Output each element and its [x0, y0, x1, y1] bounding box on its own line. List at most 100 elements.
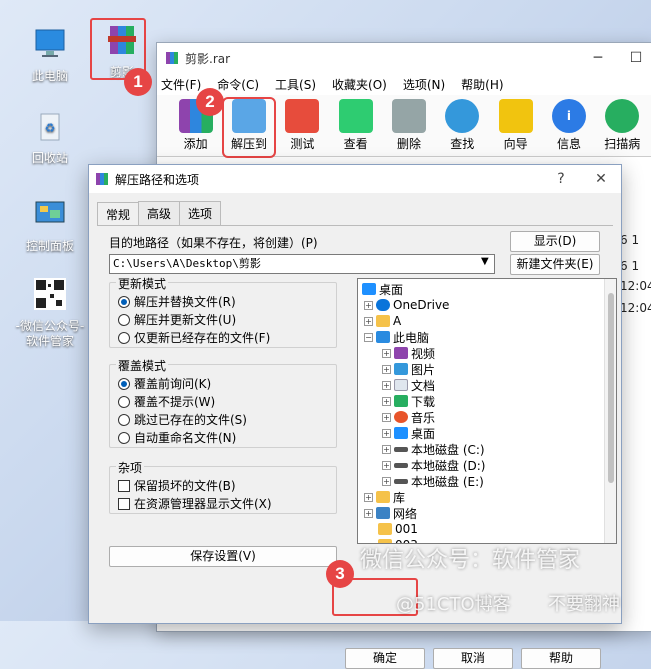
- checkbox-show-in-explorer[interactable]: [118, 497, 130, 510]
- tree-item[interactable]: + 网络: [364, 505, 417, 521]
- info-button[interactable]: i 信息: [544, 99, 593, 156]
- desktop-icon-wechat-qr[interactable]: -微信公众号- 软件管家: [14, 276, 86, 349]
- tree-item[interactable]: + OneDrive: [364, 297, 449, 313]
- radio-ask[interactable]: [118, 377, 130, 390]
- maximize-icon[interactable]: ☐: [617, 50, 651, 66]
- expand-icon[interactable]: +: [382, 396, 391, 406]
- checkbox-keep-broken[interactable]: [118, 479, 130, 492]
- monitor-icon: [35, 29, 65, 57]
- cancel-button[interactable]: 取消: [433, 648, 513, 669]
- winrar-titlebar: 剪影.rar ─ ☐: [157, 43, 651, 73]
- folder-tree[interactable]: 桌面 + OneDrive + A − 此电脑 + 视频 + 图片 + 文档 + 下载 + 音乐…: [357, 278, 617, 544]
- radio-rename[interactable]: [118, 431, 130, 444]
- expand-icon[interactable]: +: [382, 380, 391, 390]
- dest-path-label: 目的地路径（如果不存在，将创建）(P): [109, 236, 318, 250]
- desktop-icon-this-pc[interactable]: 此电脑: [14, 26, 86, 84]
- tree-item[interactable]: − 此电脑: [364, 329, 429, 345]
- option-label: 覆盖不提示(W): [134, 395, 216, 409]
- option-label: 覆盖前询问(K): [134, 377, 212, 391]
- tree-item[interactable]: + 库: [364, 489, 405, 505]
- menu-favorites[interactable]: 收藏夹(O): [332, 76, 387, 93]
- delete-button[interactable]: 删除: [384, 99, 433, 156]
- wizard-button[interactable]: 向导: [491, 99, 540, 156]
- option-label: 解压并更新文件(U): [134, 313, 237, 327]
- drive-icon: [394, 478, 408, 484]
- tree-item[interactable]: + A: [364, 313, 401, 329]
- tree-item[interactable]: + 文档: [382, 377, 435, 393]
- tree-label: 此电脑: [393, 330, 430, 345]
- tab-advanced[interactable]: 高级: [138, 201, 181, 225]
- help-icon[interactable]: ?: [541, 171, 581, 187]
- winrar-app-icon: [96, 173, 108, 185]
- close-icon[interactable]: ✕: [581, 171, 621, 187]
- window-title: 剪影.rar: [185, 51, 231, 66]
- radio-replace[interactable]: [118, 295, 130, 308]
- radio-fresh-only[interactable]: [118, 331, 130, 344]
- trash-icon: [391, 99, 426, 133]
- menu-file[interactable]: 文件(F): [161, 76, 201, 93]
- chevron-down-icon[interactable]: ▼: [481, 256, 489, 267]
- view-button[interactable]: 查看: [331, 99, 380, 156]
- toolbar-label: 信息: [556, 137, 581, 151]
- desktop-icon-label: -微信公众号-: [15, 319, 85, 333]
- tree-item[interactable]: + 本地磁盘 (C:): [382, 441, 485, 457]
- tree-item[interactable]: + 本地磁盘 (E:): [382, 473, 484, 489]
- ok-button[interactable]: 确定: [345, 648, 425, 669]
- tree-label: 本地磁盘 (D:): [411, 458, 486, 473]
- desktop-icon-label: 软件管家: [25, 334, 74, 348]
- extract-to-button[interactable]: 解压到: [222, 97, 276, 158]
- test-button[interactable]: 测试: [278, 99, 327, 156]
- dest-path-input[interactable]: C:\Users\A\Desktop\剪影: [109, 254, 495, 274]
- show-button[interactable]: 显示(D): [510, 231, 600, 252]
- expand-icon[interactable]: +: [382, 412, 391, 422]
- desktop-icon-label: 回收站: [31, 151, 68, 165]
- toolbar-label: 测试: [290, 137, 315, 151]
- expand-icon[interactable]: +: [364, 300, 373, 310]
- tree-item[interactable]: + 视频: [382, 345, 435, 361]
- tree-label: 001: [395, 522, 418, 536]
- expand-icon[interactable]: +: [382, 476, 391, 486]
- collapse-icon[interactable]: −: [364, 332, 373, 342]
- expand-icon[interactable]: +: [382, 444, 391, 454]
- tree-item[interactable]: + 音乐: [382, 409, 435, 425]
- expand-icon[interactable]: +: [364, 508, 373, 518]
- expand-icon[interactable]: +: [382, 348, 391, 358]
- expand-icon[interactable]: +: [382, 460, 391, 470]
- tree-scrollbar[interactable]: [604, 279, 616, 543]
- tab-general[interactable]: 常规: [97, 202, 140, 226]
- watermark-extra: 不要翻神: [548, 594, 620, 615]
- save-settings-button[interactable]: 保存设置(V): [109, 546, 337, 567]
- pictures-icon: [394, 363, 408, 375]
- menu-tools[interactable]: 工具(S): [275, 76, 316, 93]
- expand-icon[interactable]: +: [364, 492, 373, 502]
- scan-virus-button[interactable]: 扫描病: [598, 99, 647, 156]
- tree-item[interactable]: + 桌面: [382, 425, 435, 441]
- tree-item[interactable]: 桌面: [362, 281, 403, 297]
- tab-options[interactable]: 选项: [179, 201, 222, 225]
- menu-commands[interactable]: 命令(C): [217, 76, 259, 93]
- desktop-icon-recycle-bin[interactable]: ♻ 回收站: [14, 108, 86, 166]
- menu-options[interactable]: 选项(N): [403, 76, 445, 93]
- toolbar-label: 删除: [396, 137, 421, 151]
- tree-item[interactable]: + 下载: [382, 393, 435, 409]
- scrollbar-thumb[interactable]: [608, 293, 614, 483]
- file-list-fragment: 6 1 6 1 12:04 12:04: [620, 232, 651, 320]
- radio-update[interactable]: [118, 313, 130, 326]
- music-icon: [394, 411, 408, 423]
- computer-icon: [376, 331, 390, 343]
- new-folder-button[interactable]: 新建文件夹(E): [510, 254, 600, 275]
- tree-item[interactable]: + 本地磁盘 (D:): [382, 457, 485, 473]
- tree-item[interactable]: 001: [378, 521, 418, 537]
- expand-icon[interactable]: +: [382, 364, 391, 374]
- desktop-icon-control-panel[interactable]: 控制面板: [14, 196, 86, 254]
- help-button[interactable]: 帮助: [521, 648, 601, 669]
- minimize-icon[interactable]: ─: [579, 50, 617, 66]
- expand-icon[interactable]: +: [364, 316, 373, 326]
- menu-help[interactable]: 帮助(H): [461, 76, 503, 93]
- radio-skip[interactable]: [118, 413, 130, 426]
- radio-overwrite[interactable]: [118, 395, 130, 408]
- expand-icon[interactable]: +: [382, 428, 391, 438]
- option-label: 仅更新已经存在的文件(F): [134, 331, 271, 345]
- find-button[interactable]: 查找: [438, 99, 487, 156]
- tree-item[interactable]: + 图片: [382, 361, 435, 377]
